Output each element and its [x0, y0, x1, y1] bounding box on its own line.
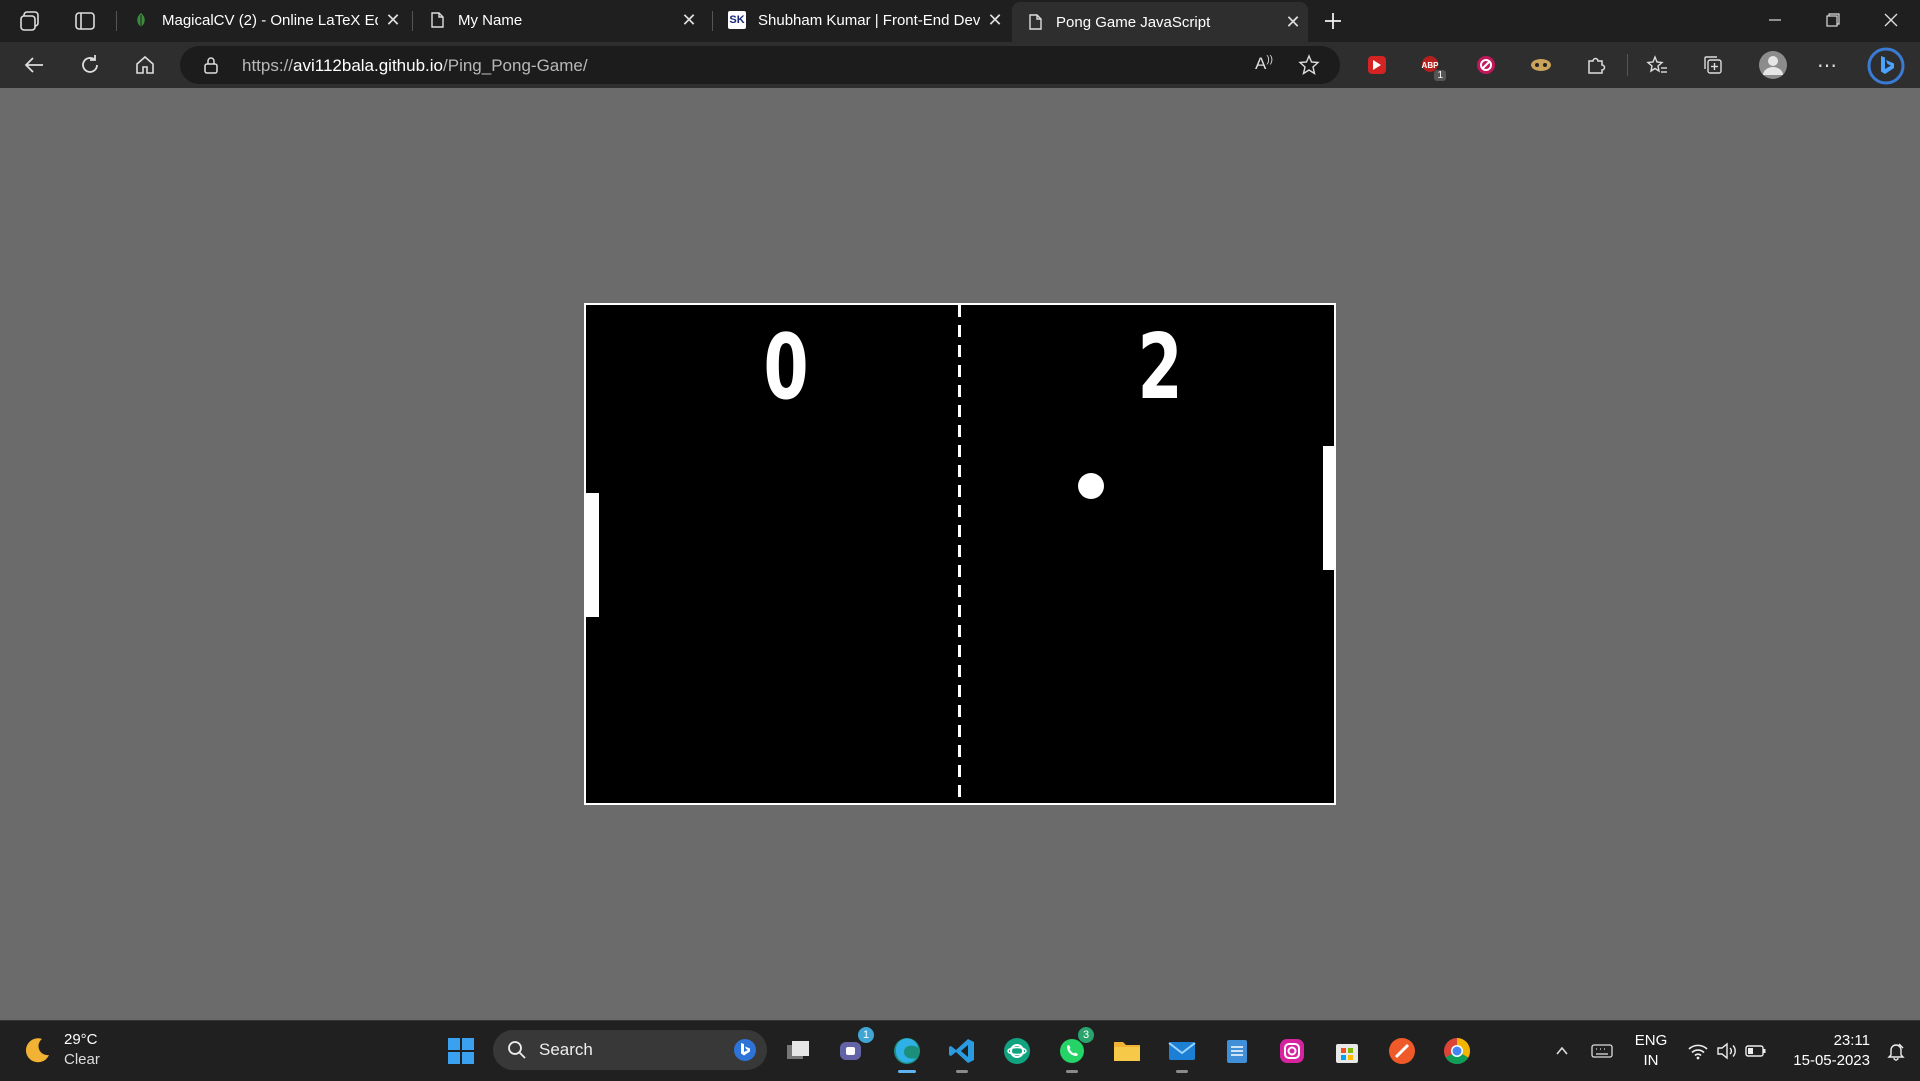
taskbar-search-box[interactable]: Search	[493, 1030, 767, 1070]
clock-date[interactable]: 15-05-2023	[1770, 1052, 1870, 1069]
tab-magicalcv[interactable]: MagicalCV (2) - Online LaTeX Edi ✕	[118, 0, 408, 40]
teams-chat-icon[interactable]: 1	[834, 1027, 874, 1069]
favorites-icon[interactable]	[1644, 52, 1670, 78]
leaf-icon	[132, 11, 150, 29]
extension-badge: 1	[1434, 70, 1446, 81]
read-aloud-icon[interactable]: A))	[1255, 54, 1273, 74]
vscode-icon[interactable]	[944, 1033, 980, 1073]
home-icon[interactable]	[131, 51, 159, 79]
search-label: Search	[539, 1040, 593, 1059]
tab-separator	[116, 11, 117, 31]
extension-adblock-icon[interactable]: ABP 1	[1418, 52, 1446, 81]
sk-logo-icon: SK	[728, 11, 746, 29]
close-tab-icon[interactable]: ✕	[980, 10, 1010, 31]
close-tab-icon[interactable]: ✕	[1278, 12, 1308, 33]
collections-icon[interactable]	[1700, 52, 1726, 78]
refresh-icon[interactable]	[76, 51, 104, 79]
chatgpt-icon[interactable]	[999, 1033, 1035, 1069]
edge-browser-icon[interactable]	[889, 1033, 925, 1073]
restore-button[interactable]	[1804, 0, 1862, 40]
notification-bell-icon[interactable]	[1878, 1033, 1914, 1069]
running-indicator	[1066, 1070, 1078, 1073]
page-icon	[428, 11, 446, 29]
profile-avatar-icon[interactable]	[1756, 48, 1790, 82]
tab-shubham-kumar[interactable]: SK Shubham Kumar | Front-End Dev ✕	[714, 0, 1010, 40]
workspaces-icon[interactable]	[18, 8, 44, 34]
minimize-button[interactable]	[1746, 0, 1804, 40]
whatsapp-icon[interactable]: 3	[1054, 1027, 1094, 1073]
new-tab-icon[interactable]	[1320, 8, 1346, 34]
tab-my-name[interactable]: My Name ✕	[414, 0, 704, 40]
center-net	[958, 305, 961, 803]
weather-temperature[interactable]: 29°C	[64, 1031, 98, 1048]
extensions-puzzle-icon[interactable]	[1583, 52, 1609, 78]
address-bar[interactable]: https://avi112bala.github.io/Ping_Pong-G…	[180, 46, 1340, 84]
close-window-button[interactable]	[1862, 0, 1920, 40]
right-paddle	[1323, 446, 1334, 570]
keyboard-icon[interactable]	[1584, 1033, 1620, 1069]
add-favorite-icon[interactable]	[1298, 54, 1320, 81]
taskbar: 29°C Clear Search 1 3 ENG IN 23:11 15-05…	[0, 1020, 1920, 1081]
running-indicator	[956, 1070, 968, 1073]
navigation-bar: https://avi112bala.github.io/Ping_Pong-G…	[0, 42, 1920, 88]
extension-red-play-icon[interactable]	[1364, 52, 1390, 78]
toolbar-separator	[1627, 54, 1628, 76]
weather-condition[interactable]: Clear	[64, 1051, 100, 1068]
task-view-icon[interactable]	[780, 1033, 816, 1069]
more-options-icon[interactable]: ⋯	[1814, 52, 1840, 78]
mail-icon[interactable]	[1164, 1033, 1200, 1073]
tab-pong-game[interactable]: Pong Game JavaScript ✕	[1012, 2, 1308, 42]
chevron-up-icon[interactable]	[1544, 1033, 1580, 1069]
swift-playgrounds-icon[interactable]	[1384, 1033, 1420, 1069]
tab-separator	[712, 11, 713, 31]
page-icon	[1026, 13, 1044, 31]
start-windows-icon[interactable]	[443, 1033, 479, 1069]
whatsapp-badge: 3	[1078, 1027, 1094, 1043]
battery-icon[interactable]	[1738, 1033, 1774, 1069]
tab-actions-icon[interactable]	[72, 8, 98, 34]
url-path: /Ping_Pong-Game/	[443, 56, 588, 75]
svg-text:ABP: ABP	[1422, 61, 1440, 70]
left-score: 0	[763, 315, 809, 420]
lock-icon[interactable]	[202, 56, 220, 79]
pong-canvas[interactable]: 0 2	[584, 303, 1336, 805]
extension-mask-icon[interactable]	[1528, 52, 1554, 78]
ball	[1078, 473, 1104, 499]
close-tab-icon[interactable]: ✕	[674, 10, 704, 31]
running-indicator	[898, 1070, 916, 1073]
file-explorer-icon[interactable]	[1109, 1033, 1145, 1069]
tab-title: Shubham Kumar | Front-End Dev	[758, 11, 980, 29]
close-tab-icon[interactable]: ✕	[378, 10, 408, 31]
running-indicator	[1176, 1070, 1188, 1073]
language-top[interactable]: ENG	[1628, 1032, 1674, 1049]
chrome-icon[interactable]	[1439, 1033, 1475, 1069]
teams-badge: 1	[858, 1027, 874, 1043]
right-score: 2	[1137, 315, 1183, 420]
instagram-icon[interactable]	[1274, 1033, 1310, 1069]
language-bottom[interactable]: IN	[1628, 1052, 1674, 1069]
moon-weather-icon[interactable]	[22, 1035, 52, 1070]
extension-blocker-icon[interactable]	[1473, 52, 1499, 78]
tab-title: Pong Game JavaScript	[1056, 13, 1211, 31]
url-scheme: https://	[242, 56, 294, 75]
microsoft-store-icon[interactable]	[1329, 1033, 1365, 1069]
bing-chat-icon[interactable]	[1866, 46, 1906, 86]
tab-title: MagicalCV (2) - Online LaTeX Edi	[162, 11, 378, 29]
tab-separator	[412, 11, 413, 31]
bing-icon	[733, 1038, 757, 1067]
url-text[interactable]: https://avi112bala.github.io/Ping_Pong-G…	[242, 56, 588, 76]
tab-strip: MagicalCV (2) - Online LaTeX Edi ✕ My Na…	[0, 0, 1920, 42]
back-icon[interactable]	[20, 51, 48, 79]
search-icon	[507, 1040, 527, 1065]
clock-time[interactable]: 23:11	[1780, 1032, 1870, 1049]
url-host: avi112bala.github.io	[293, 56, 444, 75]
left-paddle	[586, 493, 599, 617]
tab-title: My Name	[458, 11, 523, 29]
notepad-icon[interactable]	[1219, 1033, 1255, 1069]
